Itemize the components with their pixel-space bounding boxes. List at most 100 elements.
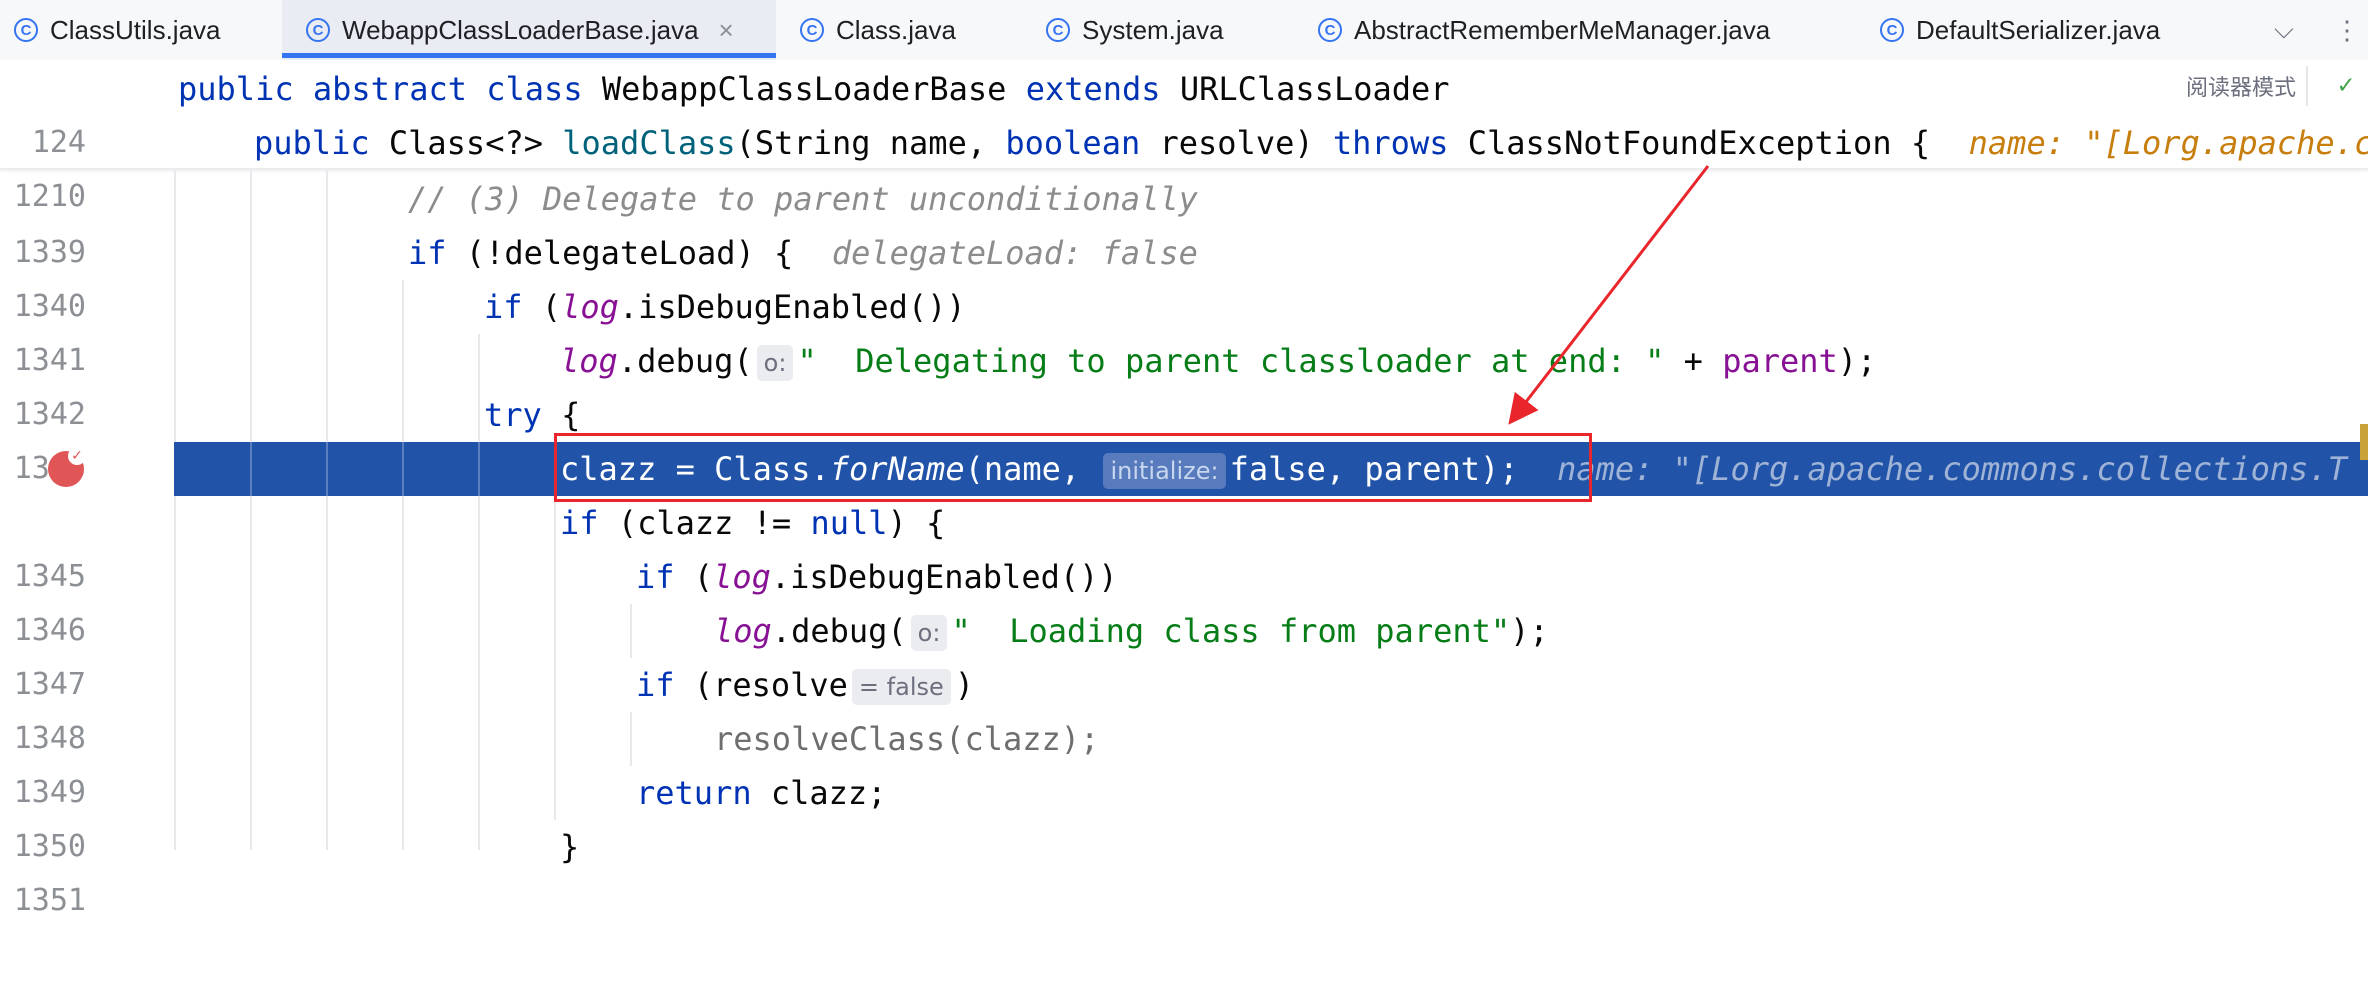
code-line-1346[interactable]: 1346 if (log.isDebugEnabled()) [0, 550, 2368, 648]
code-comment: // (3) Delegate to parent unconditionall… [408, 180, 1198, 218]
tab-webappclassloaderbase[interactable]: C WebappClassLoaderBase.java × [282, 0, 776, 60]
more-tabs-icon[interactable]: ⋮ [2334, 0, 2360, 60]
tab-label: ClassUtils.java [50, 14, 221, 45]
code-fragment: ( [693, 558, 714, 596]
code-text: public Class<?> loadClass(String name, b… [254, 116, 2368, 170]
code-text: if (resolve = false) [636, 658, 974, 712]
code-text: log.debug(o: " Delegating to parent class… [560, 334, 1876, 388]
close-icon[interactable]: × [719, 15, 734, 46]
reader-mode-button[interactable]: 阅读器模式 [2186, 70, 2296, 102]
keyword: boolean [1005, 124, 1160, 162]
class-icon: C [1880, 18, 1904, 42]
code-line-1339[interactable]: 1339 // (3) Delegate to parent unconditi… [0, 172, 2368, 270]
keyword: null [810, 504, 888, 542]
tab-abstractremembermemanager[interactable]: C AbstractRememberMeManager.java [1318, 0, 1770, 60]
code-fragment: (resolve [693, 666, 848, 704]
code-fragment: false, parent); [1229, 450, 1519, 488]
tab-system[interactable]: C System.java [1046, 0, 1224, 60]
code-fragment: resolve) [1159, 124, 1333, 162]
active-tab-indicator [282, 53, 776, 58]
code-fragment: + [1664, 342, 1723, 380]
code-fragment: (name, [964, 450, 1100, 488]
sticky-line-124[interactable]: 124 public abstract class WebappClassLoa… [0, 62, 2368, 160]
superclass-name: URLClassLoader [1179, 70, 1450, 108]
code-fragment: (String name, [735, 124, 1006, 162]
inline-debug-value: name: "[Lorg.apache.commons.collections.… [1557, 450, 2347, 488]
code-text: if (!delegateLoad) { delegateLoad: false [408, 226, 1198, 280]
code-fragment: .isDebugEnabled()) [770, 558, 1118, 596]
tab-list-chevron-icon[interactable]: ⌵ [2274, 0, 2294, 60]
code-fragment: (!delegateLoad) { [465, 234, 794, 272]
code-fragment: (clazz != [617, 504, 811, 542]
code-fragment: clazz = Class. [560, 450, 830, 488]
code-line-1342[interactable]: 1342 log.debug(o: " Delegating to parent … [0, 334, 2368, 432]
method-name: loadClass [562, 124, 736, 162]
code-text: if (log.isDebugEnabled()) [484, 280, 966, 334]
code-text: public abstract class WebappClassLoaderB… [178, 62, 1450, 116]
string-literal: " Delegating to parent classloader at en… [797, 342, 1665, 380]
code-line-1340[interactable]: 1340 if (!delegateLoad) { delegateLoad: … [0, 226, 2368, 324]
type-name: Class<?> [388, 124, 563, 162]
code-fragment: { [561, 396, 581, 434]
field-ref: parent [1722, 342, 1838, 380]
keyword: if [560, 504, 618, 542]
string-literal: " Loading class from parent" [951, 612, 1511, 650]
code-line-1348[interactable]: 1348 if (resolve = false) [0, 658, 2368, 756]
code-fragment: .debug( [617, 342, 753, 380]
field-ref: log [560, 342, 618, 380]
keyword: public abstract class [178, 70, 602, 108]
parameter-hint: initialize: [1103, 453, 1226, 489]
code-text: if (clazz != null) { [560, 496, 945, 550]
keyword: if [408, 234, 466, 272]
code-text: if (log.isDebugEnabled()) [636, 550, 1118, 604]
parameter-hint: o: [756, 345, 794, 381]
tab-label: System.java [1082, 14, 1224, 45]
code-text: log.debug(o: " Loading class from parent"… [714, 604, 1549, 658]
keyword: extends [1025, 70, 1180, 108]
sticky-line-1210[interactable]: 1210 public Class<?> loadClass(String na… [0, 116, 2368, 214]
keyword: throws [1332, 124, 1468, 162]
code-fragment: .debug( [771, 612, 907, 650]
code-line-1343[interactable]: 1343 try { [0, 388, 2368, 486]
tab-defaultserializer[interactable]: C DefaultSerializer.java [1880, 0, 2160, 60]
code-fragment: ( [541, 288, 562, 326]
tab-label: AbstractRememberMeManager.java [1354, 14, 1771, 45]
parameter-hint: o: [910, 615, 948, 651]
field-ref: log [713, 558, 771, 596]
inline-debug-value: delegateLoad: false [831, 234, 1198, 272]
method-call: forName [829, 450, 965, 488]
code-fragment: ) { [887, 504, 946, 542]
check-icon[interactable]: ✓ [2338, 70, 2354, 100]
tab-classutils[interactable]: C ClassUtils.java [14, 0, 221, 60]
keyword: return [636, 774, 771, 812]
code-line-1344[interactable]: clazz = Class.forName(name, initialize: f… [0, 442, 2368, 496]
code-line-1345[interactable]: 1345 if (clazz != null) { [0, 496, 2368, 594]
code-line-1341[interactable]: 1341 if (log.isDebugEnabled()) [0, 280, 2368, 378]
code-line-1347[interactable]: 1347 log.debug(o: " Loading class from pa… [0, 604, 2368, 702]
keyword: if [636, 558, 694, 596]
scrollbar-marker[interactable] [2360, 424, 2368, 460]
code-fragment: ); [1510, 612, 1549, 650]
line-number: 1351 [13, 883, 86, 918]
code-line-1351[interactable]: 1351 } [0, 820, 2368, 918]
field-ref: log [561, 288, 619, 326]
class-icon: C [14, 18, 38, 42]
class-icon: C [800, 18, 824, 42]
code-text: try { [484, 388, 580, 442]
tab-label: Class.java [836, 14, 956, 45]
tab-label: DefaultSerializer.java [1916, 14, 2161, 45]
code-fragment: .isDebugEnabled()) [618, 288, 966, 326]
keyword: try [484, 396, 562, 434]
code-text: return clazz; [636, 766, 886, 820]
class-icon: C [1318, 18, 1342, 42]
code-text: clazz = Class.forName(name, initialize: f… [560, 442, 2347, 496]
code-line-1349[interactable]: 1349 resolveClass(clazz); [0, 712, 2368, 810]
keyword: if [484, 288, 542, 326]
code-fragment: ) [954, 666, 975, 704]
code-line-1350[interactable]: 1350 return clazz; [0, 766, 2368, 864]
inline-value-hint: = false [851, 669, 951, 705]
class-icon: C [1046, 18, 1070, 42]
code-fragment: ); [1837, 342, 1877, 380]
tab-class[interactable]: C Class.java [800, 0, 956, 60]
field-ref: log [714, 612, 772, 650]
